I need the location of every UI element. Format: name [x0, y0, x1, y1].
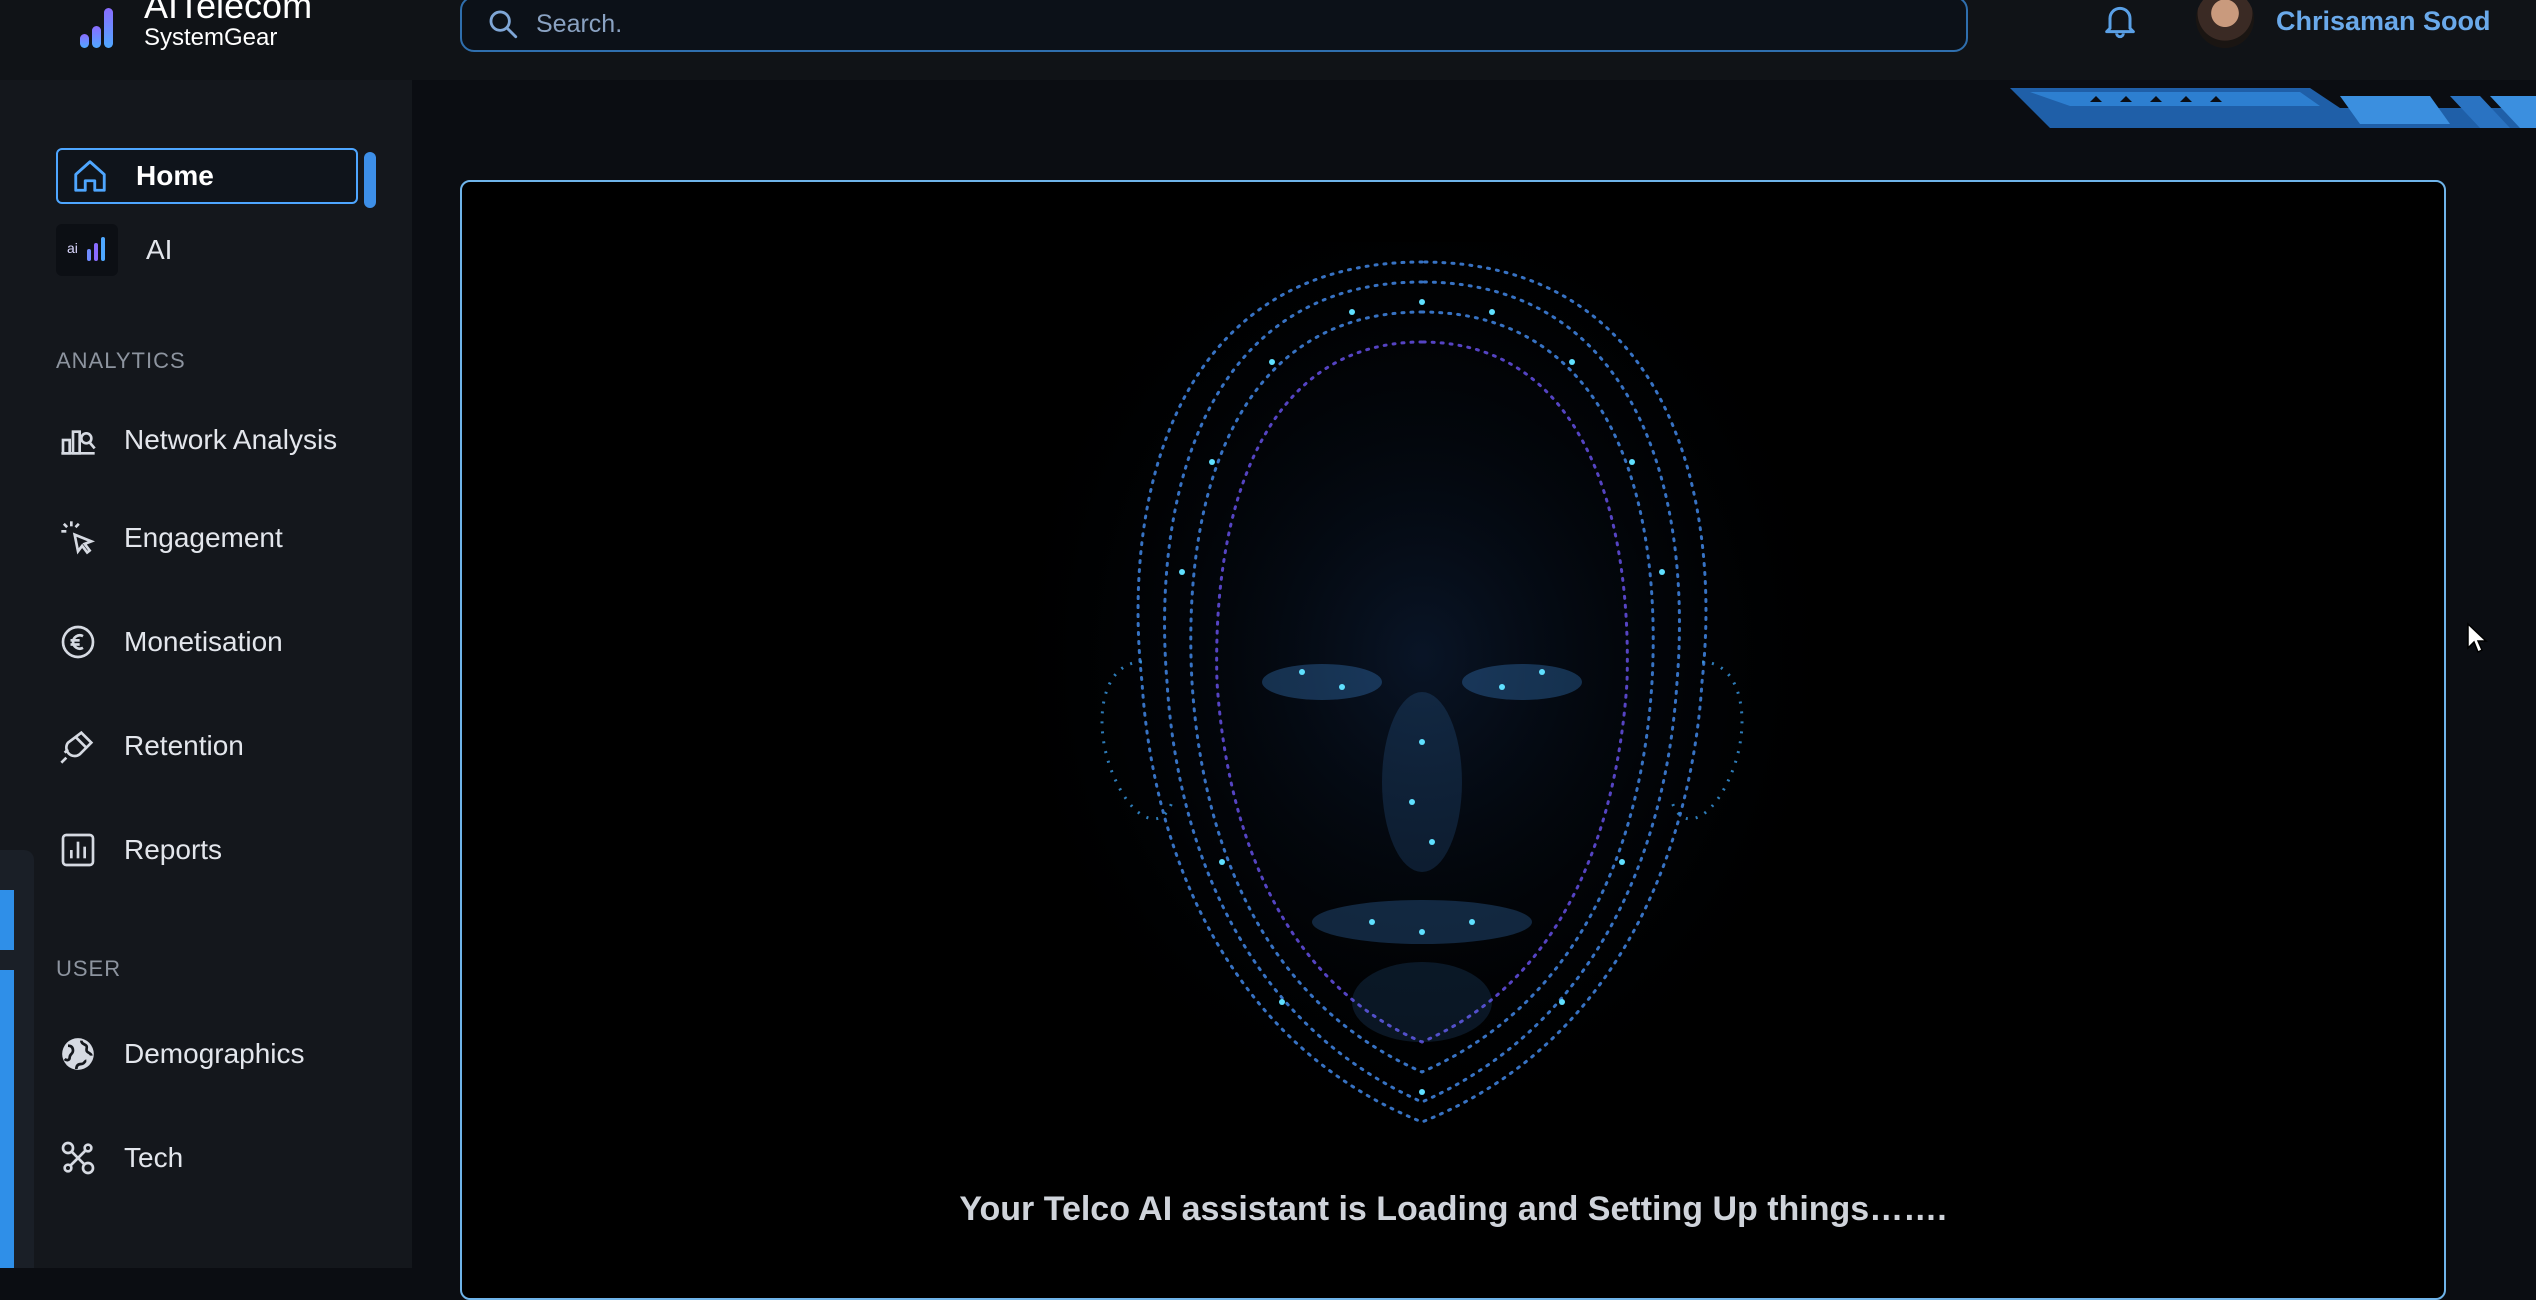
loading-status-text: Your Telco AI assistant is Loading and S…: [959, 1190, 1947, 1228]
analysis-chart-icon: [56, 418, 100, 462]
home-icon: [68, 154, 112, 198]
mouse-cursor-icon: [2467, 622, 2488, 654]
euro-icon: [56, 620, 100, 664]
sidebar-item-engagement[interactable]: Engagement: [56, 516, 283, 560]
sidebar-item-label: Reports: [124, 834, 223, 865]
search-box[interactable]: [460, 0, 1968, 52]
brand-logo-icon: [78, 0, 126, 48]
sidebar-item-label: Monetisation: [124, 626, 283, 657]
sidebar-item-network-analysis[interactable]: Network Analysis: [56, 418, 337, 462]
sidebar-item-ai[interactable]: ai AI: [56, 224, 172, 276]
section-label-user: USER: [56, 956, 122, 981]
section-label-analytics: ANALYTICS: [56, 348, 186, 373]
sidebar-item-home[interactable]: Home: [56, 148, 358, 204]
header-decoration: [2010, 88, 2536, 128]
ai-assistant-panel: Your Telco AI assistant is Loading and S…: [460, 180, 2446, 1300]
sidebar-item-retention[interactable]: Retention: [56, 724, 244, 768]
sidebar-item-label: Tech: [124, 1142, 184, 1173]
sidebar: Home ai AI ANALYTICS Network Analysis En…: [0, 80, 412, 1268]
brand[interactable]: AITelecom SystemGear: [78, 0, 312, 56]
sidebar-item-label: AI: [146, 234, 173, 265]
bar-chart-icon: [56, 828, 100, 872]
sidebar-item-tech[interactable]: Tech: [56, 1136, 183, 1180]
brand-subtitle: SystemGear: [144, 24, 278, 51]
sidebar-item-label: Engagement: [124, 522, 283, 553]
ai-logo-icon: ai: [56, 224, 118, 276]
sidebar-item-label: Network Analysis: [124, 424, 338, 455]
search-input[interactable]: [534, 8, 1938, 40]
sidebar-item-demographics[interactable]: Demographics: [56, 1032, 305, 1076]
side-window-edge: [0, 850, 34, 1268]
sidebar-item-label: Retention: [124, 730, 244, 761]
sidebar-item-label: Home: [136, 160, 214, 191]
tech-link-icon: [56, 1136, 100, 1180]
ai-face-hologram-icon: [1022, 242, 1822, 1162]
sidebar-item-label: Demographics: [124, 1038, 305, 1069]
magnet-icon: [56, 724, 100, 768]
brand-name: AITelecom: [144, 0, 313, 26]
active-indicator: [364, 152, 376, 208]
sidebar-item-reports[interactable]: Reports: [56, 828, 222, 872]
click-icon: [56, 516, 100, 560]
top-bar: AITelecom SystemGear Chrisaman Sood: [0, 0, 2536, 80]
username[interactable]: Chrisaman Sood: [2276, 6, 2491, 37]
svg-text:ai: ai: [67, 240, 78, 256]
globe-icon: [56, 1032, 100, 1076]
avatar[interactable]: [2196, 0, 2254, 48]
search-icon: [489, 10, 518, 39]
notification-bell-icon[interactable]: [2100, 0, 2140, 40]
sidebar-item-monetisation[interactable]: Monetisation: [56, 620, 283, 664]
